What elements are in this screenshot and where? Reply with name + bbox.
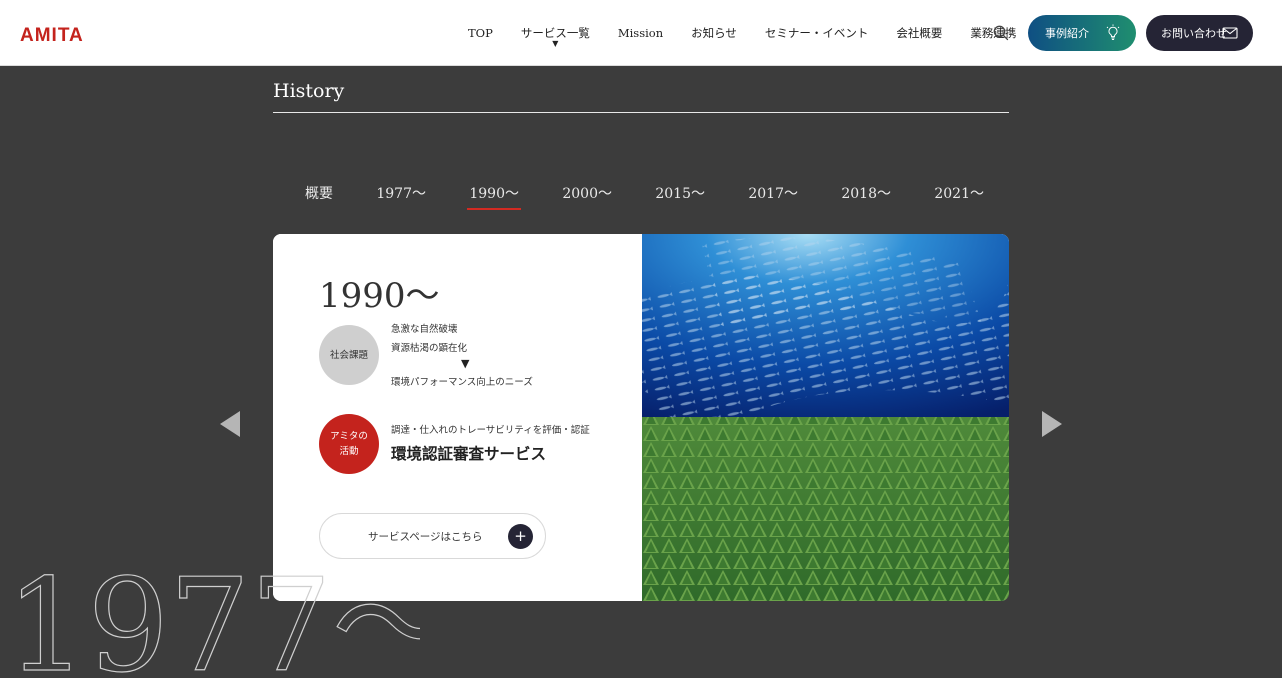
nav-company[interactable]: 会社概要 [882,25,956,41]
amita-logo[interactable]: AMITA [20,26,84,46]
tab-2021[interactable]: 2021〜 [934,184,984,208]
ocean-forest-photo [642,234,1009,601]
tab-overview[interactable]: 概要 [305,184,333,208]
lightbulb-icon [1106,24,1120,40]
social-issue-badge: 社会課題 [319,325,379,385]
activity-subtitle: 調達・仕入れのトレーサビリティを評価・認証 [391,425,590,436]
nav-seminar-event[interactable]: セミナー・イベント [751,25,883,41]
mail-icon [1222,27,1238,39]
tab-2017[interactable]: 2017〜 [748,184,798,208]
plus-icon: + [508,524,533,549]
cases-button[interactable]: 事例紹介 [1028,15,1136,51]
era-title: 1990〜 [319,276,440,316]
contact-button[interactable]: お問い合わせ [1146,15,1253,51]
amita-activity-badge: アミタの 活動 [319,414,379,474]
nav-news[interactable]: お知らせ [677,25,751,41]
prev-arrow-icon[interactable] [219,410,241,438]
tab-1977[interactable]: 1977〜 [376,184,426,208]
activity-title: 環境認証審査サービス [391,445,547,463]
card-text-panel: 1990〜 社会課題 急激な自然破壊 資源枯渇の顕在化 ▼ 環境パフォーマンス向… [273,234,642,601]
chevron-down-icon: ▼ [552,39,559,48]
issue-item: 資源枯渇の顕在化 [391,343,468,354]
tab-1990[interactable]: 1990〜 [467,184,521,210]
history-tabs: 概要 1977〜 1990〜 2000〜 2015〜 2017〜 2018〜 2… [273,184,1009,214]
nav-mission[interactable]: Mission [604,26,677,40]
background-year-outline: 1977〜 [5,551,420,678]
issue-list: 急激な自然破壊 資源枯渇の顕在化 ▼ 環境パフォーマンス向上のニーズ [391,320,533,388]
issue-result: 環境パフォーマンス向上のニーズ [391,377,533,388]
title-divider [273,112,1009,113]
tab-2015[interactable]: 2015〜 [655,184,705,208]
nav-services[interactable]: サービス一覧 ▼ [507,25,604,48]
history-title: History [273,80,345,102]
search-icon[interactable] [992,24,1010,42]
background-year-text: 1977〜 [6,552,420,678]
site-header: AMITA TOP サービス一覧 ▼ Mission お知らせ セミナー・イベン… [0,0,1282,66]
nav-top[interactable]: TOP [454,26,507,40]
tab-2000[interactable]: 2000〜 [562,184,612,208]
issue-item: 急激な自然破壊 [391,324,458,335]
tab-2018[interactable]: 2018〜 [841,184,891,208]
main-nav: TOP サービス一覧 ▼ Mission お知らせ セミナー・イベント 会社概要… [454,0,1030,66]
history-card: 1990〜 社会課題 急激な自然破壊 資源枯渇の顕在化 ▼ 環境パフォーマンス向… [273,234,1009,601]
arrow-down-icon: ▼ [461,357,470,370]
next-arrow-icon[interactable] [1041,410,1063,438]
